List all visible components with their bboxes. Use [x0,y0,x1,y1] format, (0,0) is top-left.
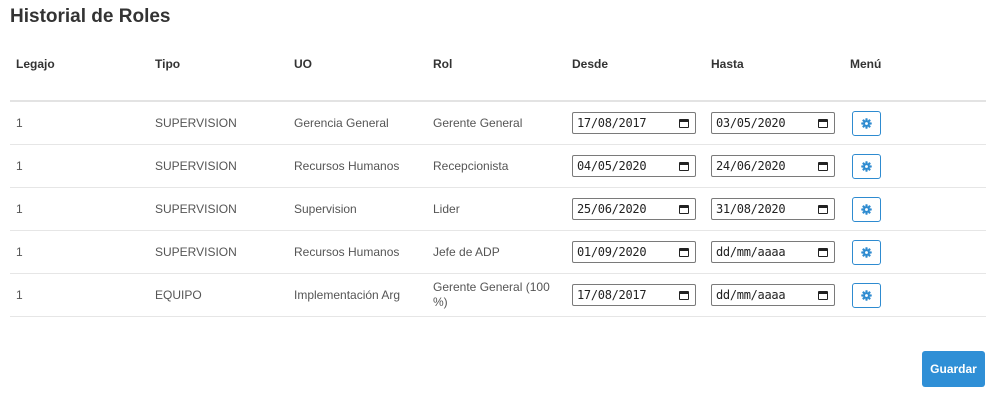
cell-hasta: 24/06/2020 [711,145,835,187]
cell-tipo: EQUIPO [155,288,202,302]
roles-history-table: Legajo Tipo UO Rol Desde Hasta Menú 1 SUP… [10,50,986,317]
cell-desde: 25/06/2020 [572,188,696,230]
cell-menu [852,188,881,230]
desde-date-value: 01/09/2020 [577,245,647,259]
desde-date-input[interactable]: 17/08/2017 [572,284,696,306]
calendar-icon[interactable] [679,247,689,257]
calendar-icon[interactable] [818,204,828,214]
cell-rol: Gerente General [433,115,523,130]
desde-date-input[interactable]: 17/08/2017 [572,112,696,134]
cell-desde: 04/05/2020 [572,145,696,187]
header-legajo: Legajo [16,57,55,71]
hasta-date-input[interactable]: 24/06/2020 [711,155,835,177]
cell-tipo: SUPERVISION [155,245,237,259]
save-button[interactable]: Guardar [922,351,985,387]
gear-icon [861,246,872,258]
cell-tipo: SUPERVISION [155,159,237,173]
row-menu-button[interactable] [852,196,881,222]
calendar-icon[interactable] [679,161,689,171]
cell-rol: Lider [433,201,460,216]
cell-hasta: dd/mm/aaaa [711,231,835,273]
cell-tipo: SUPERVISION [155,202,237,216]
calendar-icon[interactable] [818,118,828,128]
hasta-date-input[interactable]: dd/mm/aaaa [711,284,835,306]
table-row: 1 SUPERVISION Supervision Lider 25/06/2020 31… [10,188,986,231]
cell-legajo: 1 [16,202,23,216]
hasta-date-value: 03/05/2020 [716,116,786,130]
cell-menu [852,102,881,144]
cell-rol: Recepcionista [433,158,509,173]
gear-icon [861,203,872,215]
row-menu-button[interactable] [852,153,881,179]
desde-date-input[interactable]: 04/05/2020 [572,155,696,177]
header-uo: UO [294,57,312,71]
desde-date-value: 04/05/2020 [577,159,647,173]
cell-hasta: 03/05/2020 [711,102,835,144]
table-row: 1 SUPERVISION Gerencia General Gerente Gene… [10,102,986,145]
hasta-date-value: dd/mm/aaaa [716,245,786,259]
header-rol: Rol [433,57,453,71]
page-title: Historial de Roles [10,6,171,27]
cell-desde: 17/08/2017 [572,274,696,316]
row-menu-button[interactable] [852,282,881,308]
hasta-date-value: 31/08/2020 [716,202,786,216]
cell-uo: Recursos Humanos [294,245,400,259]
row-menu-button[interactable] [852,239,881,265]
cell-uo: Implementación Arg [294,288,401,302]
calendar-icon[interactable] [818,290,828,300]
hasta-date-input[interactable]: 31/08/2020 [711,198,835,220]
gear-icon [861,117,872,129]
cell-rol: Gerente General (100 %) [433,280,550,309]
cell-uo: Supervision [294,202,357,216]
header-menu: Menú [850,57,882,71]
cell-tipo: SUPERVISION [155,116,237,130]
table-row: 1 EQUIPO Implementación Arg Gerente General… [10,274,986,317]
calendar-icon[interactable] [818,161,828,171]
table-row: 1 SUPERVISION Recursos Humanos Jefe de ADP 0… [10,231,986,274]
row-menu-button[interactable] [852,110,881,136]
calendar-icon[interactable] [679,118,689,128]
cell-rol: Jefe de ADP [433,244,500,259]
cell-menu [852,231,881,273]
hasta-date-input[interactable]: dd/mm/aaaa [711,241,835,263]
cell-desde: 17/08/2017 [572,102,696,144]
hasta-date-value: 24/06/2020 [716,159,786,173]
cell-desde: 01/09/2020 [572,231,696,273]
cell-legajo: 1 [16,159,23,173]
cell-legajo: 1 [16,288,23,302]
desde-date-value: 17/08/2017 [577,116,647,130]
cell-menu [852,145,881,187]
table-row: 1 SUPERVISION Recursos Humanos Recepcionist… [10,145,986,188]
desde-date-input[interactable]: 25/06/2020 [572,198,696,220]
calendar-icon[interactable] [679,204,689,214]
cell-menu [852,274,881,316]
calendar-icon[interactable] [818,247,828,257]
desde-date-value: 25/06/2020 [577,202,647,216]
calendar-icon[interactable] [679,290,689,300]
cell-uo: Recursos Humanos [294,159,400,173]
hasta-date-value: dd/mm/aaaa [716,288,786,302]
cell-uo: Gerencia General [294,116,389,130]
cell-legajo: 1 [16,245,23,259]
gear-icon [861,160,872,172]
cell-hasta: 31/08/2020 [711,188,835,230]
hasta-date-input[interactable]: 03/05/2020 [711,112,835,134]
cell-hasta: dd/mm/aaaa [711,274,835,316]
desde-date-value: 17/08/2017 [577,288,647,302]
cell-legajo: 1 [16,116,23,130]
header-desde: Desde [572,57,609,71]
header-tipo: Tipo [155,57,181,71]
desde-date-input[interactable]: 01/09/2020 [572,241,696,263]
gear-icon [861,289,872,301]
header-hasta: Hasta [711,57,744,71]
table-body: 1 SUPERVISION Gerencia General Gerente Gene… [10,102,986,317]
table-header: Legajo Tipo UO Rol Desde Hasta Menú [10,50,986,102]
